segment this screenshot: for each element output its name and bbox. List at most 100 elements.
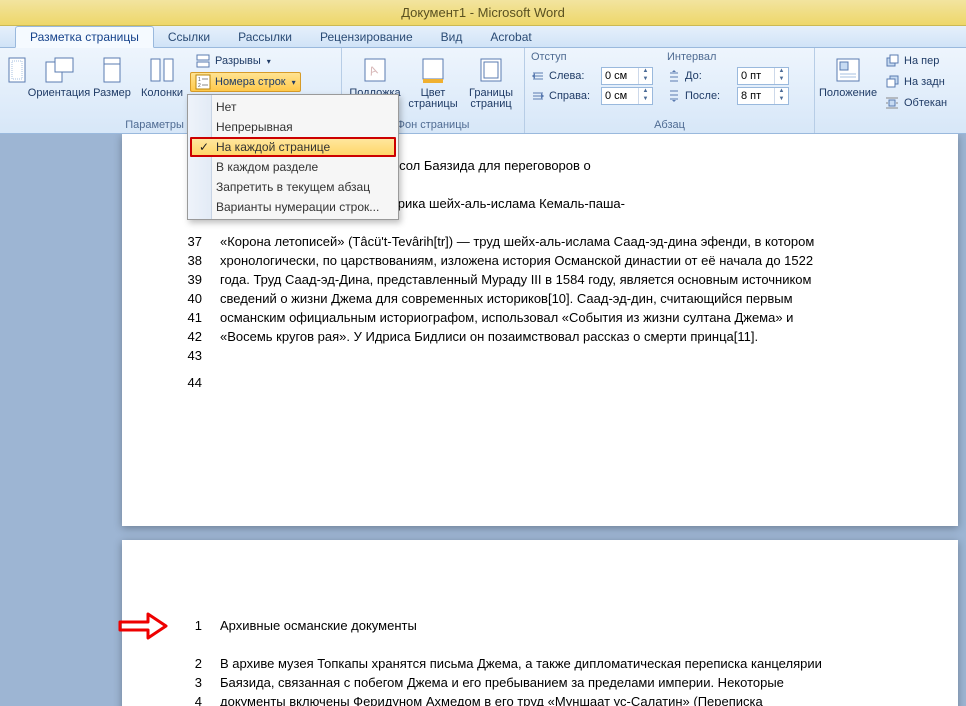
tab-review[interactable]: Рецензирование [306, 27, 427, 47]
line-text[interactable]: документы включены Феридуном Ахмедом в е… [220, 693, 928, 706]
spacing-after-icon [667, 89, 681, 103]
text-line[interactable]: 4документы включены Феридуном Ахмедом в … [152, 693, 928, 706]
check-icon: ✓ [196, 140, 212, 154]
line-text[interactable]: «Корона летописей» (Tâcü't-Tevârih[tr]) … [220, 233, 928, 251]
indent-left-input[interactable]: ▲▼ [601, 67, 653, 85]
position-icon [832, 54, 864, 86]
spin-up-icon[interactable]: ▲ [774, 68, 788, 76]
group-arrange-title [821, 119, 960, 131]
dd-restart-each-section[interactable]: В каждом разделе [190, 157, 396, 177]
page-borders-icon [475, 54, 507, 86]
breaks-button[interactable]: Разрывы ▾ [190, 51, 301, 71]
tab-acrobat[interactable]: Acrobat [476, 27, 545, 47]
send-back-icon [884, 74, 900, 90]
dd-restart-each-page[interactable]: ✓ На каждой странице [190, 137, 396, 157]
text-line[interactable]: 3 Баязида, связанная с побегом Джема и ег… [152, 674, 928, 692]
spin-up-icon[interactable]: ▲ [638, 68, 652, 76]
line-text[interactable]: сведений о жизни Джема для современных и… [220, 290, 928, 308]
columns-label: Колонки [141, 88, 183, 99]
text-line[interactable]: 1Архивные османские документы [152, 617, 928, 635]
indent-right-label: Справа: [549, 90, 597, 102]
tab-mailings[interactable]: Рассылки [224, 27, 306, 47]
line-text[interactable]: В архиве музея Топкапы хранятся письма Д… [220, 655, 928, 673]
spacing-before-input[interactable]: ▲▼ [737, 67, 789, 85]
size-icon [96, 54, 128, 86]
dd-options[interactable]: Варианты нумерации строк... [190, 197, 396, 217]
spin-down-icon[interactable]: ▼ [774, 76, 788, 84]
watermark-icon: A [359, 54, 391, 86]
line-text[interactable]: османским официальным историографом, исп… [220, 309, 928, 327]
annotation-arrow-icon [118, 612, 168, 640]
spacing-after-input[interactable]: ▲▼ [737, 87, 789, 105]
dd-continuous[interactable]: Непрерывная [190, 117, 396, 137]
orientation-button[interactable]: Ориентация [32, 51, 86, 113]
bring-front-button[interactable]: На пер [879, 51, 952, 71]
page-color-button[interactable]: Цвет страницы [406, 51, 460, 113]
line-number: 39 [152, 271, 202, 289]
line-text[interactable]: Архивные османские документы [220, 617, 928, 635]
position-button[interactable]: Положение [821, 51, 875, 113]
page-borders-button[interactable]: Границы страниц [464, 51, 518, 113]
size-button[interactable]: Размер [90, 51, 134, 113]
dd-suppress[interactable]: Запретить в текущем абзац [190, 177, 396, 197]
spacing-header: Интервал [667, 51, 789, 63]
text-line[interactable]: 39 года. Труд Саад-эд-Дина, представленны… [152, 271, 928, 289]
title-bar: Документ1 - Microsoft Word [0, 0, 966, 26]
spin-up-icon[interactable]: ▲ [638, 88, 652, 96]
indent-right-input[interactable]: ▲▼ [601, 87, 653, 105]
spin-down-icon[interactable]: ▼ [774, 96, 788, 104]
text-line[interactable]: 42 «Восемь кругов рая». У Идриса Бидлиси … [152, 328, 928, 346]
text-line[interactable]: 2В архиве музея Топкапы хранятся письма … [152, 655, 928, 673]
text-line[interactable]: 38хронологически, по царствованиям, изло… [152, 252, 928, 270]
chevron-down-icon: ▾ [267, 57, 271, 66]
spin-down-icon[interactable]: ▼ [638, 76, 652, 84]
group-para-title: Абзац [531, 119, 808, 131]
text-line[interactable]: 37 «Корона летописей» (Tâcü't-Tevârih[tr]… [152, 233, 928, 251]
page-borders-label: Границы страниц [469, 88, 513, 110]
breaks-label: Разрывы [215, 55, 261, 67]
svg-text:2: 2 [198, 83, 201, 89]
text-line[interactable]: 40сведений о жизни Джема для современных… [152, 290, 928, 308]
tab-references[interactable]: Ссылки [154, 27, 224, 47]
page-color-label: Цвет страницы [408, 88, 457, 110]
text-line[interactable]: 44 [152, 374, 928, 400]
text-line[interactable]: 41османским официальным историографом, и… [152, 309, 928, 327]
line-text[interactable] [220, 374, 928, 400]
dd-none[interactable]: Нет [190, 97, 396, 117]
bring-front-icon [884, 53, 900, 69]
document-area[interactable]: к папе Иннокентию VIII как посол Баязида… [0, 134, 966, 706]
spin-down-icon[interactable]: ▼ [638, 96, 652, 104]
indent-left-label: Слева: [549, 70, 597, 82]
ribbon-tabs: Разметка страницы Ссылки Рассылки Реценз… [0, 26, 966, 48]
orientation-label: Ориентация [28, 88, 90, 99]
line-numbers-button[interactable]: 12 Номера строк ▾ [190, 72, 301, 92]
margins-button[interactable] [6, 51, 28, 113]
line-text[interactable]: года. Труд Саад-эд-Дина, представленный … [220, 271, 928, 289]
indent-header: Отступ [531, 51, 653, 63]
line-number: 42 [152, 328, 202, 346]
orientation-icon [43, 54, 75, 86]
tab-view[interactable]: Вид [427, 27, 477, 47]
text-wrap-button[interactable]: Обтекан [879, 93, 952, 113]
columns-button[interactable]: Колонки [138, 51, 186, 113]
text-line[interactable] [152, 636, 928, 654]
text-line[interactable]: 43 [152, 347, 928, 373]
line-text[interactable]: хронологически, по царствованиям, изложе… [220, 252, 928, 270]
line-numbers-dropdown: Нет Непрерывная ✓ На каждой странице В к… [187, 94, 399, 220]
window-title: Документ1 - Microsoft Word [401, 5, 565, 20]
send-back-button[interactable]: На задн [879, 72, 952, 92]
line-text[interactable]: Баязида, связанная с побегом Джема и его… [220, 674, 928, 692]
spin-up-icon[interactable]: ▲ [774, 88, 788, 96]
tab-page-layout[interactable]: Разметка страницы [15, 26, 154, 48]
line-text[interactable] [220, 347, 928, 373]
spacing-after-label: После: [685, 90, 733, 102]
line-number: 37 [152, 233, 202, 251]
margins-icon [1, 54, 33, 86]
line-numbers-label: Номера строк [215, 76, 286, 88]
line-text[interactable] [220, 636, 928, 654]
line-text[interactable]: «Восемь кругов рая». У Идриса Бидлиси он… [220, 328, 928, 346]
line-number: 3 [152, 674, 202, 692]
page-2[interactable]: 1Архивные османские документы 2В архиве м… [122, 540, 958, 706]
indent-right-icon [531, 89, 545, 103]
ribbon: Ориентация Размер Колонки Разр [0, 48, 966, 134]
